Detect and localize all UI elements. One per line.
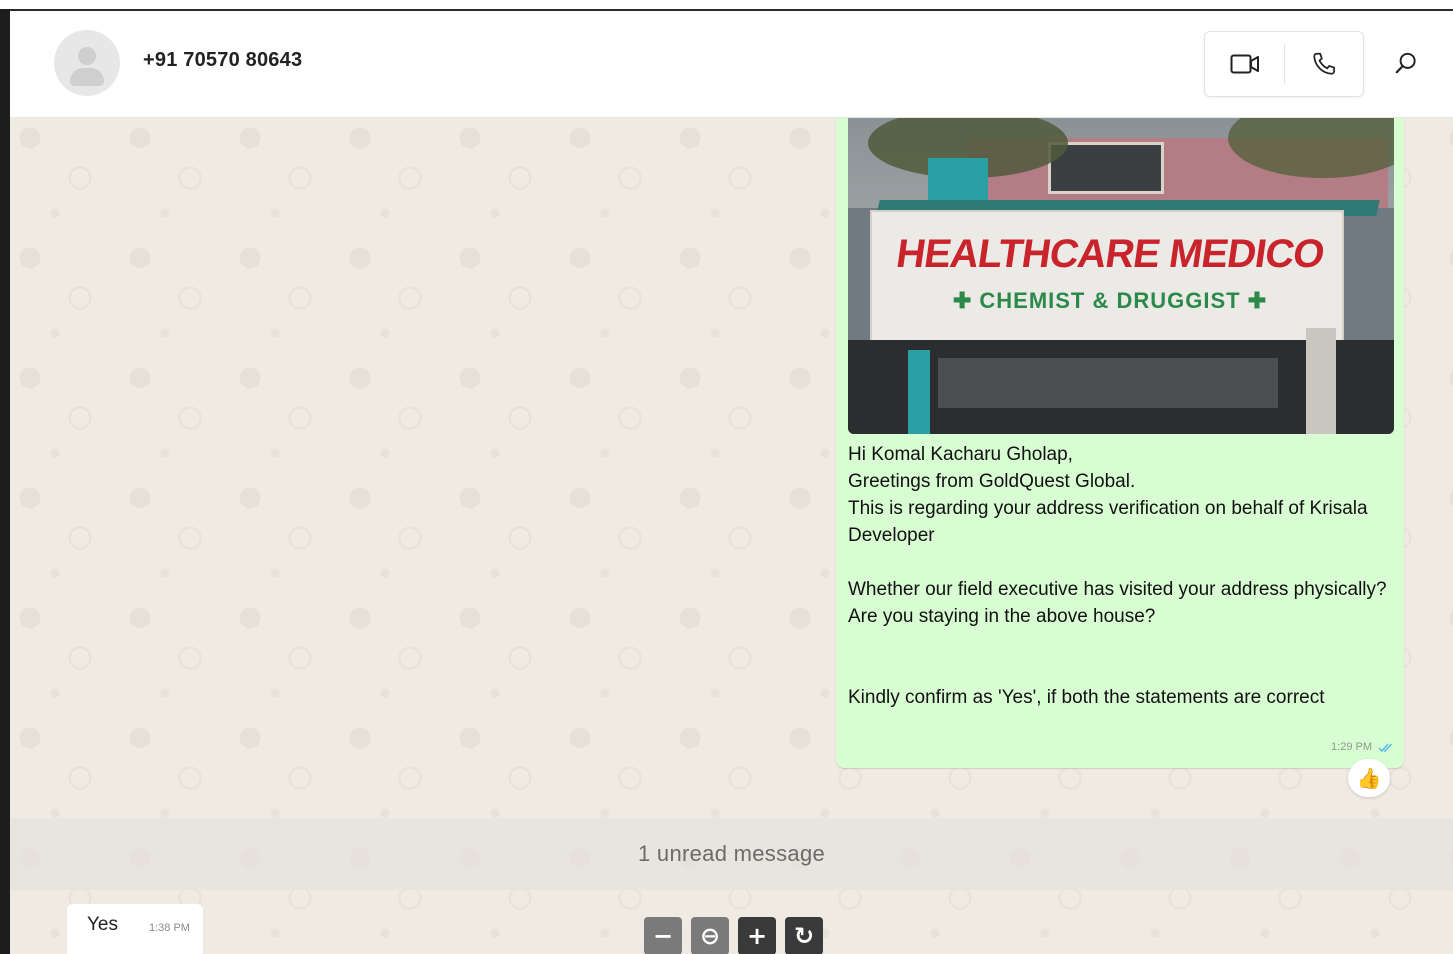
unread-messages-banner: 1 unread message: [10, 818, 1453, 890]
phone-icon: [1313, 52, 1335, 75]
photo-shop-interior: [938, 358, 1278, 408]
zoom-out-icon[interactable]: ⊖: [691, 917, 729, 954]
message-image[interactable]: HEALTHCARE MEDICO ✚ CHEMIST & DRUGGIST ✚: [848, 118, 1394, 434]
message-meta: 1:29 PM: [1331, 741, 1394, 753]
voice-call-button[interactable]: [1285, 32, 1363, 96]
shop-sign-subtitle: ✚ CHEMIST & DRUGGIST ✚: [952, 288, 1268, 313]
window-left-border: [0, 9, 10, 954]
incoming-message-text: Yes: [87, 914, 118, 935]
zoom-in-button[interactable]: +: [738, 917, 776, 954]
incoming-message-bubble[interactable]: Yes 1:38 PM: [67, 904, 203, 954]
video-camera-icon: [1230, 54, 1259, 74]
contact-avatar[interactable]: [54, 30, 120, 96]
zoom-minus-button[interactable]: −: [644, 917, 682, 954]
incoming-message-time: 1:38 PM: [149, 922, 190, 934]
screen-top-edge: [0, 0, 1453, 9]
shop-sign-title: HEALTHCARE MEDICO: [893, 232, 1327, 276]
chat-window: +91 70570 80643 HEALTHCARE MEDICO ✚ CHEM…: [10, 11, 1453, 954]
chat-panel[interactable]: HEALTHCARE MEDICO ✚ CHEMIST & DRUGGIST ✚…: [10, 118, 1453, 954]
unread-messages-label: 1 unread message: [637, 841, 826, 866]
photo-pipe: [1306, 328, 1336, 434]
message-time: 1:29 PM: [1331, 741, 1372, 753]
photo-pillar: [908, 350, 930, 434]
rotate-reset-icon[interactable]: ↻: [785, 917, 823, 954]
contact-name[interactable]: +91 70570 80643: [143, 49, 302, 72]
search-icon: [1395, 52, 1416, 74]
call-button-group: [1204, 31, 1364, 97]
photo-shop-sign: HEALTHCARE MEDICO ✚ CHEMIST & DRUGGIST ✚: [870, 210, 1344, 342]
avatar-head-icon: [78, 47, 96, 65]
thumbs-up-reaction[interactable]: 👍: [1348, 759, 1390, 797]
image-zoom-controls: − ⊖ + ↻: [644, 917, 823, 954]
search-button[interactable]: [1384, 41, 1428, 85]
chat-header: +91 70570 80643: [10, 11, 1453, 118]
video-call-button[interactable]: [1205, 32, 1284, 96]
outgoing-message-text: Hi Komal Kacharu Gholap, Greetings from …: [848, 444, 1387, 708]
outgoing-message-bubble[interactable]: HEALTHCARE MEDICO ✚ CHEMIST & DRUGGIST ✚…: [836, 118, 1404, 768]
double-check-icon: [1378, 742, 1393, 752]
avatar-body-icon: [70, 68, 104, 86]
